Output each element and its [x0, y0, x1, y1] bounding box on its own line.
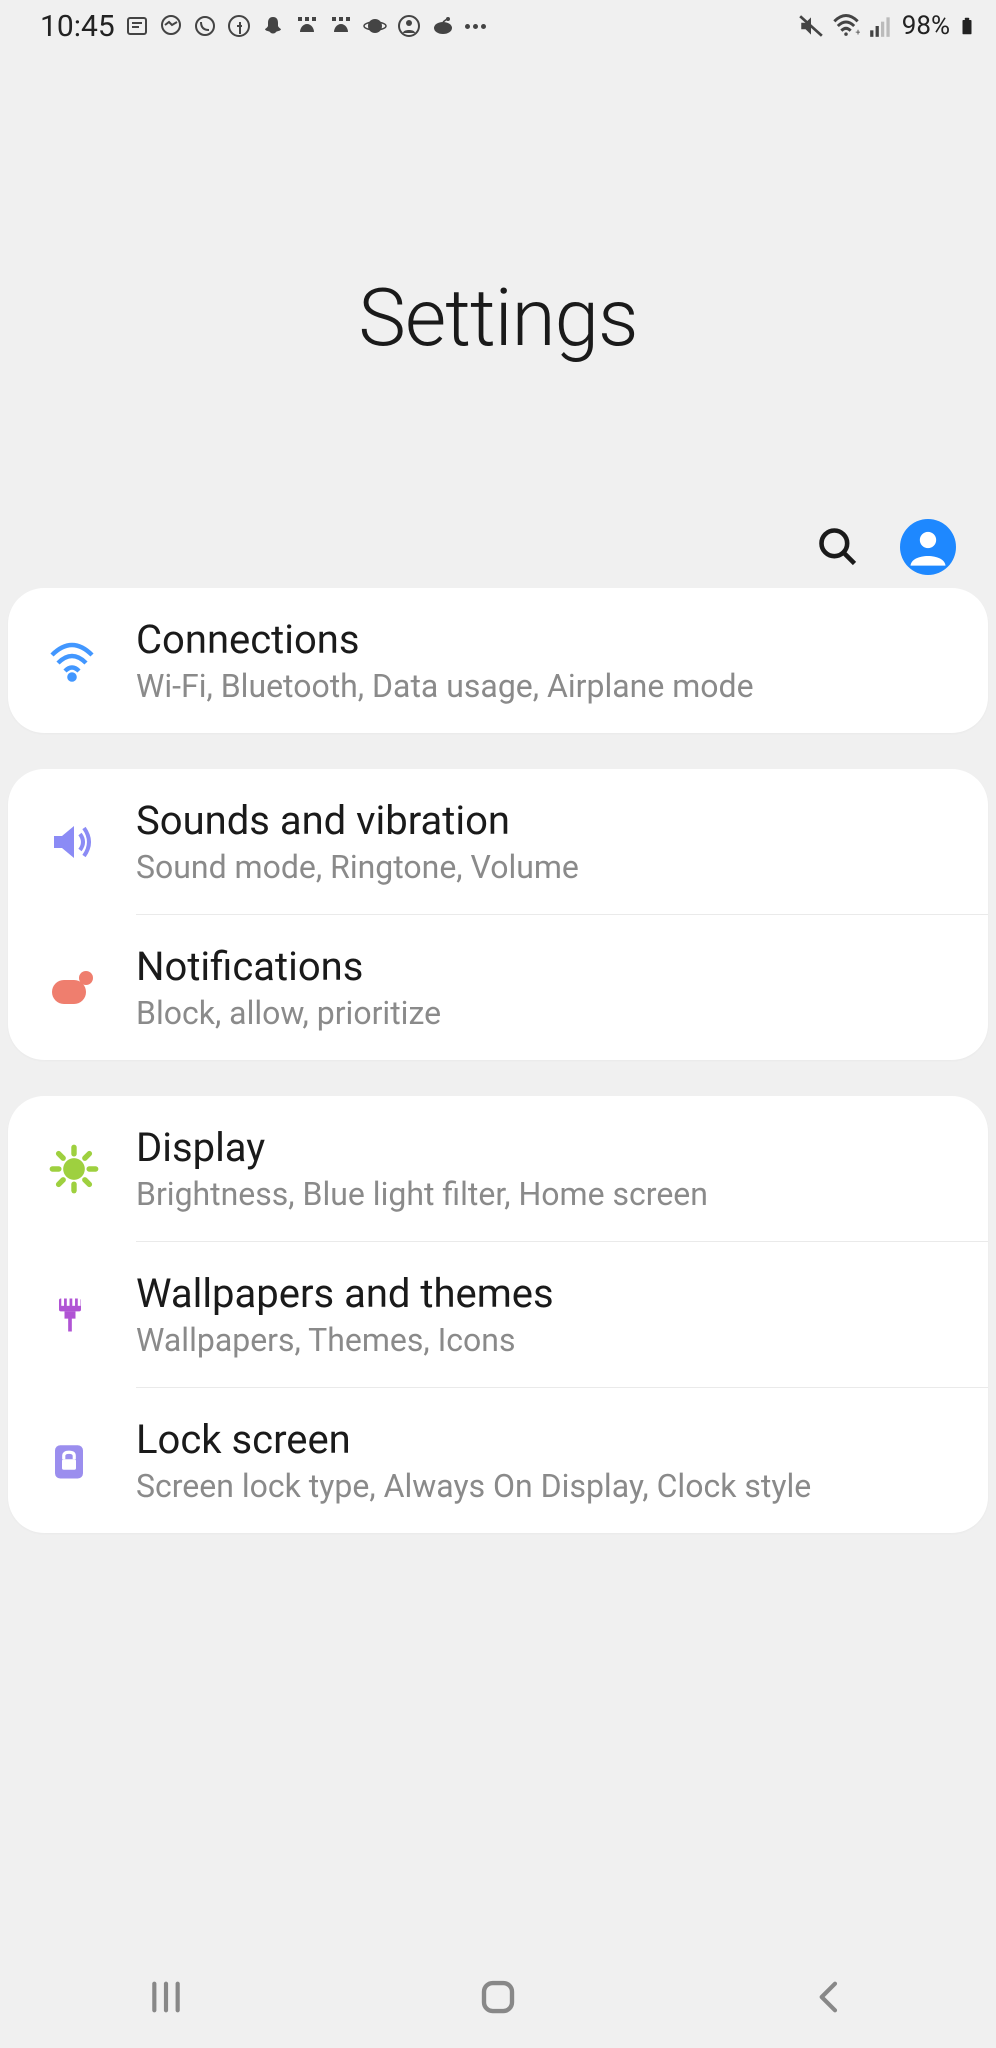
item-subtitle: Sound mode, Ringtone, Volume [136, 848, 958, 886]
notification-badge-icon [48, 964, 96, 1012]
svg-text:+: + [855, 27, 860, 38]
person-circle-icon [397, 14, 421, 38]
viber-icon [193, 14, 217, 38]
status-left: 10:45 [40, 9, 486, 44]
item-subtitle: Block, allow, prioritize [136, 994, 958, 1032]
wifi-icon: + [832, 12, 860, 40]
lockscreen-icon-wrap [48, 1440, 136, 1482]
item-title: Connections [136, 616, 958, 663]
navigation-bar [0, 1948, 996, 2048]
header-actions [816, 519, 956, 578]
item-text: Connections Wi-Fi, Bluetooth, Data usage… [136, 616, 958, 705]
settings-item-wallpapers[interactable]: Wallpapers and themes Wallpapers, Themes… [8, 1242, 988, 1387]
item-text: Wallpapers and themes Wallpapers, Themes… [136, 1270, 958, 1359]
paintbrush-icon [48, 1293, 92, 1337]
battery-percent: 98% [902, 11, 950, 41]
back-icon [810, 1977, 850, 2017]
settings-item-connections[interactable]: Connections Wi-Fi, Bluetooth, Data usage… [8, 588, 988, 733]
wallpapers-icon-wrap [48, 1293, 136, 1337]
item-text: Notifications Block, allow, prioritize [136, 943, 958, 1032]
home-icon [477, 1976, 519, 2018]
item-title: Display [136, 1124, 958, 1171]
battery-icon [958, 12, 976, 40]
recents-icon [146, 1977, 186, 2017]
more-icon [465, 24, 486, 29]
status-bar: 10:45 + 98% [0, 0, 996, 48]
settings-group-2: Sounds and vibration Sound mode, Rington… [8, 769, 988, 1060]
sounds-icon-wrap [48, 818, 136, 866]
mute-icon [798, 13, 824, 39]
settings-item-lockscreen[interactable]: Lock screen Screen lock type, Always On … [8, 1388, 988, 1533]
settings-group-3: Display Brightness, Blue light filter, H… [8, 1096, 988, 1533]
app-icon-1 [295, 14, 319, 38]
facebook-icon [227, 14, 251, 38]
speaker-icon [48, 818, 96, 866]
page-title: Settings [358, 271, 637, 365]
item-title: Notifications [136, 943, 958, 990]
status-notification-icons [125, 14, 486, 38]
display-icon-wrap [48, 1143, 136, 1195]
app-icon-2 [329, 14, 353, 38]
notifications-icon-wrap [48, 964, 136, 1012]
signal-icon [868, 13, 894, 39]
recents-button[interactable] [106, 1957, 226, 2040]
search-icon [816, 525, 860, 569]
item-subtitle: Screen lock type, Always On Display, Clo… [136, 1467, 958, 1505]
connections-icon-wrap [48, 637, 136, 685]
item-text: Lock screen Screen lock type, Always On … [136, 1416, 958, 1505]
status-time: 10:45 [40, 9, 115, 44]
item-subtitle: Wallpapers, Themes, Icons [136, 1321, 958, 1359]
message-icon [125, 14, 149, 38]
settings-group-1: Connections Wi-Fi, Bluetooth, Data usage… [8, 588, 988, 733]
account-icon [900, 519, 956, 575]
planet-icon [363, 14, 387, 38]
item-subtitle: Wi-Fi, Bluetooth, Data usage, Airplane m… [136, 667, 958, 705]
search-button[interactable] [816, 525, 860, 572]
item-subtitle: Brightness, Blue light filter, Home scre… [136, 1175, 958, 1213]
item-text: Sounds and vibration Sound mode, Rington… [136, 797, 958, 886]
header: Settings [0, 48, 996, 588]
account-button[interactable] [900, 519, 956, 578]
item-title: Lock screen [136, 1416, 958, 1463]
item-title: Wallpapers and themes [136, 1270, 958, 1317]
wifi-icon [48, 637, 96, 685]
item-title: Sounds and vibration [136, 797, 958, 844]
item-text: Display Brightness, Blue light filter, H… [136, 1124, 958, 1213]
messenger-icon [159, 14, 183, 38]
snapchat-icon [261, 14, 285, 38]
lock-icon [48, 1440, 90, 1482]
brightness-icon [48, 1143, 100, 1195]
home-button[interactable] [437, 1956, 559, 2041]
settings-item-notifications[interactable]: Notifications Block, allow, prioritize [8, 915, 988, 1060]
reddit-icon [431, 14, 455, 38]
status-right: + 98% [798, 11, 976, 41]
settings-item-sounds[interactable]: Sounds and vibration Sound mode, Rington… [8, 769, 988, 914]
back-button[interactable] [770, 1957, 890, 2040]
settings-item-display[interactable]: Display Brightness, Blue light filter, H… [8, 1096, 988, 1241]
